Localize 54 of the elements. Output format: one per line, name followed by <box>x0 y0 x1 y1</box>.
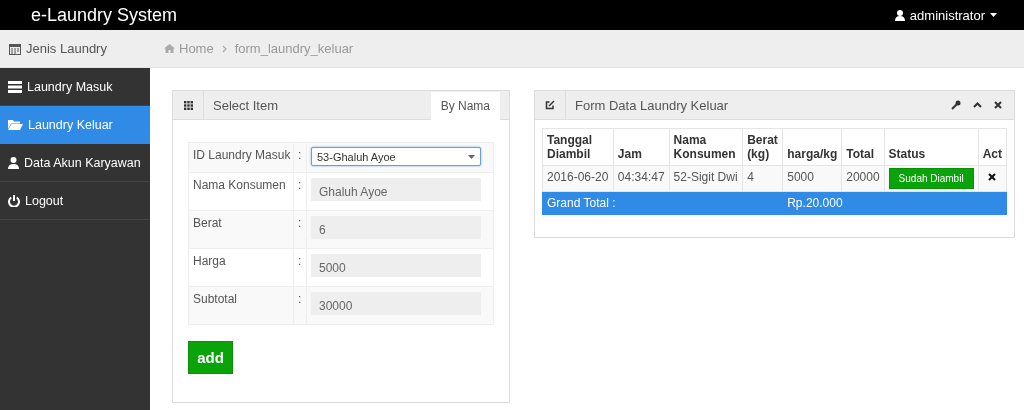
input-field[interactable]: Ghaluh Ayoe <box>311 178 481 201</box>
field-label: Harga <box>193 254 226 268</box>
chevron-up-icon[interactable] <box>973 102 982 108</box>
column-header: Jam <box>613 128 670 166</box>
server-icon <box>8 80 22 93</box>
select-field[interactable]: 53-Ghaluh Ayoe <box>311 147 481 166</box>
sidebar-item[interactable]: Logout <box>0 182 150 220</box>
caret-icon <box>990 13 997 17</box>
colon: : <box>298 216 302 230</box>
grid-icon <box>183 100 193 110</box>
column-header: Nama Konsumen <box>669 128 743 166</box>
table-cell: 52-Sigit Dwi <box>669 165 743 192</box>
tab[interactable]: By Nama <box>430 92 500 120</box>
field-label: Berat <box>193 216 222 230</box>
home-icon <box>164 44 175 53</box>
column-header: Total <box>841 128 885 166</box>
grand-total-label: Grand Total : <box>547 196 616 210</box>
panel-title: Form Data Laundry Keluar <box>574 96 730 115</box>
status-badge: Sudah Diambil <box>888 168 974 189</box>
caret-icon <box>468 154 475 159</box>
sidebar-item[interactable]: Laundry Keluar <box>0 106 150 144</box>
colon: : <box>298 254 302 268</box>
column-header: harga/kg <box>782 128 842 166</box>
breadcrumb-current: form_laundry_keluar <box>234 41 354 56</box>
column-header: Act <box>978 128 1007 166</box>
user-menu[interactable]: administrator <box>894 7 997 23</box>
column-header: Status <box>884 128 979 166</box>
column-header: Tanggal Diambil <box>542 128 614 166</box>
input-field[interactable]: 6 <box>311 216 481 239</box>
folder-icon <box>8 119 23 130</box>
power-icon <box>8 194 20 207</box>
field-label: Nama Konsumen <box>193 178 286 192</box>
sidebar-item[interactable]: Data Akun Karyawan <box>0 144 150 182</box>
grand-total-value: Rp.20.000 <box>787 196 843 210</box>
field-label: Subtotal <box>193 292 238 306</box>
input-field[interactable]: 30000 <box>311 292 481 315</box>
panel-title: Select Item <box>212 96 280 115</box>
close-icon[interactable] <box>994 101 1002 109</box>
app-title: e-Laundry System <box>31 4 178 26</box>
user-icon <box>894 9 905 21</box>
edit-icon <box>545 100 555 110</box>
colon: : <box>298 148 302 162</box>
field-label: ID Laundry Masuk <box>193 148 291 162</box>
colon: : <box>298 178 302 192</box>
wrench-icon[interactable] <box>951 100 961 110</box>
table-cell: 2016-06-20 <box>542 165 614 192</box>
column-header: Berat (kg) <box>742 128 783 166</box>
chevron-icon <box>221 44 227 53</box>
sidebar-item[interactable]: Jenis Laundry <box>0 41 150 56</box>
colon: : <box>298 292 302 306</box>
user-icon <box>8 156 19 169</box>
input-field[interactable]: 5000 <box>311 254 481 277</box>
calendar-icon <box>9 42 21 55</box>
delete-icon[interactable] <box>988 173 997 181</box>
